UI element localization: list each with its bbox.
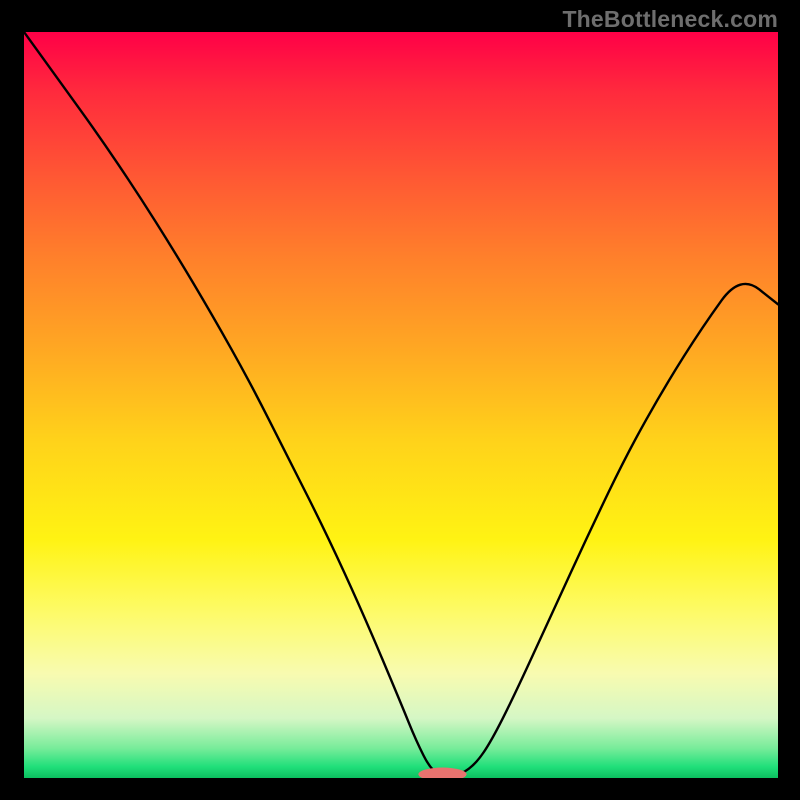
minimum-marker	[418, 768, 466, 778]
watermark-text: TheBottleneck.com	[562, 6, 778, 33]
curve-layer	[24, 32, 778, 778]
bottleneck-curve	[24, 32, 778, 777]
plot-area	[24, 32, 778, 778]
chart-container: TheBottleneck.com	[0, 0, 800, 800]
